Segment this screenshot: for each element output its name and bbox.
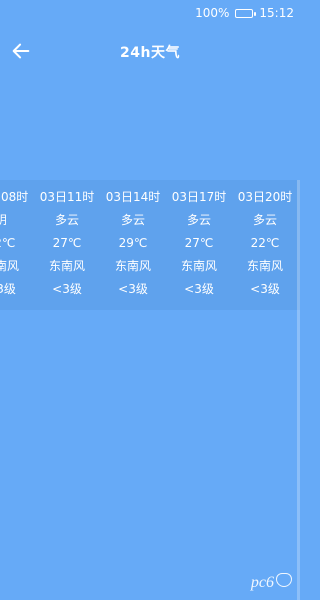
- forecast-wind-direction: 东南风: [48, 259, 85, 273]
- forecast-wind-direction: 东南风: [246, 259, 283, 273]
- scrollbar[interactable]: [297, 180, 300, 600]
- header: 24h天气: [0, 30, 300, 74]
- forecast-wind-level: <3级: [250, 282, 280, 296]
- clock: 15:12: [259, 6, 294, 20]
- page-title: 24h天气: [120, 45, 180, 61]
- forecast-wind-direction: 东南风: [180, 259, 217, 273]
- forecast-condition: 多云: [120, 213, 145, 227]
- watermark-logo: pc6: [251, 573, 292, 592]
- forecast-track: 03日08时 阴 22℃ 东南风 <3级 03日11时 多云 27℃ 东南风 <…: [0, 180, 298, 296]
- forecast-item: 03日14时 多云 29℃ 东南风 <3级: [100, 180, 166, 296]
- forecast-condition: 多云: [54, 213, 79, 227]
- hourly-forecast-strip[interactable]: 03日08时 阴 22℃ 东南风 <3级 03日11时 多云 27℃ 东南风 <…: [0, 180, 300, 310]
- forecast-wind-level: <3级: [184, 282, 214, 296]
- forecast-temperature: 22℃: [0, 236, 16, 250]
- forecast-time: 03日11时: [39, 190, 95, 204]
- forecast-wind-direction: 东南风: [0, 259, 19, 273]
- forecast-item: 03日11时 多云 27℃ 东南风 <3级: [34, 180, 100, 296]
- forecast-time: 03日20时: [237, 190, 293, 204]
- battery-icon: [235, 8, 257, 18]
- status-right: 100% 15:12: [195, 6, 294, 20]
- forecast-wind-level: <3级: [52, 282, 82, 296]
- forecast-time: 03日17时: [171, 190, 227, 204]
- forecast-temperature: 22℃: [250, 236, 280, 250]
- forecast-temperature: 27℃: [52, 236, 82, 250]
- forecast-time: 03日08时: [0, 190, 29, 204]
- forecast-condition: 多云: [186, 213, 211, 227]
- forecast-time: 03日14时: [105, 190, 161, 204]
- forecast-temperature: 27℃: [184, 236, 214, 250]
- battery-percent: 100%: [195, 6, 230, 20]
- forecast-item: 03日17时 多云 27℃ 东南风 <3级: [166, 180, 232, 296]
- forecast-wind-level: <3级: [0, 282, 16, 296]
- forecast-condition: 多云: [252, 213, 277, 227]
- forecast-wind-direction: 东南风: [114, 259, 151, 273]
- status-bar: 100% 15:12: [0, 0, 300, 28]
- forecast-wind-level: <3级: [118, 282, 148, 296]
- watermark-mark-icon: [276, 573, 292, 587]
- forecast-item: 03日08时 阴 22℃ 东南风 <3级: [0, 180, 34, 296]
- forecast-temperature: 29℃: [118, 236, 148, 250]
- watermark-text: pc6: [250, 574, 274, 591]
- forecast-item: 03日20时 多云 22℃ 东南风 <3级: [232, 180, 298, 296]
- forecast-condition: 阴: [0, 213, 7, 227]
